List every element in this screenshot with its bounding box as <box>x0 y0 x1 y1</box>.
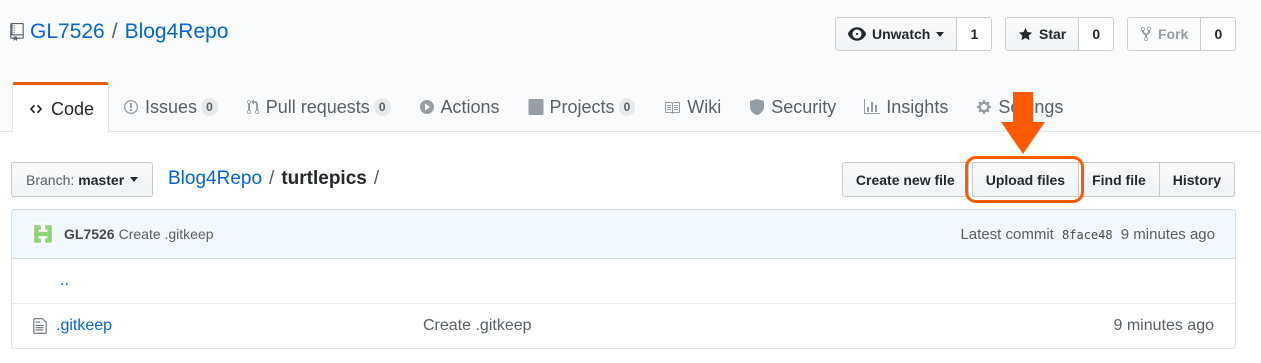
latest-commit-bar: GL7526 Create .gitkeep Latest commit 8fa… <box>11 209 1236 259</box>
fork-button[interactable]: Fork <box>1128 18 1202 50</box>
parent-dir-row: .. <box>12 259 1235 303</box>
star-group: Star 0 <box>1005 17 1115 51</box>
parent-dir-link[interactable]: .. <box>60 272 69 290</box>
file-name-link[interactable]: .gitkeep <box>56 317 423 335</box>
eye-icon <box>848 27 866 41</box>
pull-request-icon <box>246 99 259 115</box>
repo-separator: / <box>111 20 118 43</box>
commit-sha[interactable]: 8face48 <box>1062 228 1113 242</box>
avatar[interactable] <box>32 223 54 245</box>
annotation-arrow-icon <box>1001 122 1045 154</box>
create-new-file-button[interactable]: Create new file <box>841 162 969 197</box>
tab-pull-requests[interactable]: Pull requests 0 <box>232 82 405 132</box>
branch-selector[interactable]: Branch: master <box>11 162 154 197</box>
tab-insights[interactable]: Insights <box>850 82 962 132</box>
watch-count[interactable]: 1 <box>957 18 992 50</box>
file-commit-message[interactable]: Create .gitkeep <box>423 317 532 335</box>
breadcrumb-root-link[interactable]: Blog4Repo <box>168 168 262 190</box>
unwatch-label: Unwatch <box>872 26 931 42</box>
commit-age: 9 minutes ago <box>1120 225 1215 243</box>
tab-issues-label: Issues <box>145 96 198 117</box>
chevron-down-icon <box>130 177 139 182</box>
history-button[interactable]: History <box>1158 162 1235 197</box>
file-age: 9 minutes ago <box>1113 317 1214 334</box>
repo-nav-tabs: Code Issues 0 Pull requests 0 Actions Pr… <box>12 82 1077 133</box>
tab-security-label: Security <box>771 96 837 117</box>
latest-commit-info: Latest commit 8face48 9 minutes ago <box>960 226 1215 243</box>
repo-owner-link[interactable]: GL7526 <box>30 20 105 44</box>
book-icon <box>665 102 681 114</box>
tab-actions[interactable]: Actions <box>405 82 514 132</box>
tab-actions-label: Actions <box>440 96 500 117</box>
repo-icon <box>10 23 24 41</box>
project-icon <box>528 99 544 115</box>
graph-icon <box>864 99 881 114</box>
file-icon <box>33 318 47 334</box>
branch-value: master <box>78 171 125 188</box>
tab-insights-label: Insights <box>886 96 949 117</box>
branch-label: Branch: <box>26 171 75 188</box>
tab-pull-requests-label: Pull requests <box>265 96 370 117</box>
commit-author[interactable]: GL7526 <box>64 226 115 242</box>
breadcrumb-separator: / <box>269 168 275 189</box>
tab-issues[interactable]: Issues 0 <box>109 82 232 132</box>
gear-icon <box>977 100 992 114</box>
tab-projects-label: Projects <box>549 96 615 117</box>
tab-wiki-label: Wiki <box>687 96 722 117</box>
projects-counter: 0 <box>618 98 636 116</box>
breadcrumb-trailing-separator: / <box>373 168 380 189</box>
tab-code-label: Code <box>51 98 95 119</box>
fork-group: Fork 0 <box>1127 17 1237 51</box>
issue-icon <box>124 100 139 114</box>
pull-requests-counter: 0 <box>373 98 391 116</box>
fork-icon <box>1141 26 1151 42</box>
latest-commit-label: Latest commit <box>960 225 1054 243</box>
annotation-highlight-box <box>965 156 1084 203</box>
breadcrumb-current: turtlepics <box>281 168 367 189</box>
annotation-arrow-shaft <box>1013 92 1033 124</box>
watch-group: Unwatch 1 <box>835 17 993 51</box>
fork-count[interactable]: 0 <box>1201 18 1236 50</box>
fork-label: Fork <box>1158 26 1189 42</box>
chevron-down-icon <box>936 31 945 37</box>
tab-code[interactable]: Code <box>12 82 110 133</box>
shield-icon <box>750 99 765 115</box>
unwatch-button[interactable]: Unwatch <box>836 18 958 50</box>
tab-projects[interactable]: Projects 0 <box>514 82 650 132</box>
tab-wiki[interactable]: Wiki <box>649 82 735 132</box>
play-icon <box>419 100 434 114</box>
star-count[interactable]: 0 <box>1079 18 1114 50</box>
issues-counter: 0 <box>201 98 218 116</box>
find-file-button[interactable]: Find file <box>1078 162 1160 197</box>
repo-title: GL7526 / Blog4Repo <box>10 20 229 44</box>
tab-security[interactable]: Security <box>735 82 850 132</box>
repo-name-link[interactable]: Blog4Repo <box>125 20 229 44</box>
table-row: .gitkeep Create .gitkeep 9 minutes ago <box>12 303 1235 348</box>
code-icon <box>29 104 43 114</box>
breadcrumb: Blog4Repo / turtlepics / <box>168 168 386 190</box>
star-button[interactable]: Star <box>1006 18 1080 50</box>
file-list: .. .gitkeep Create .gitkeep 9 minutes ag… <box>11 259 1236 349</box>
commit-message[interactable]: Create .gitkeep <box>119 226 214 242</box>
star-label: Star <box>1039 26 1067 42</box>
star-icon <box>1018 27 1033 40</box>
